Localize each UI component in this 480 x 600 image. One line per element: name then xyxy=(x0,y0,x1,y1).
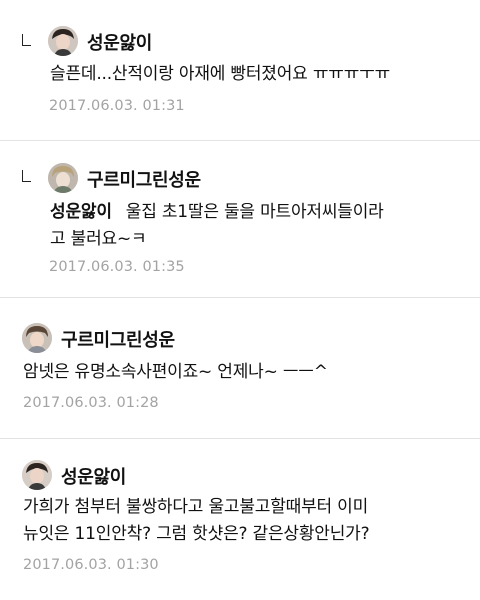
mention-tag[interactable]: 성운앓이 xyxy=(50,202,112,222)
comment-text: 슬픈데...산적이랑 아재에 빵터졌어요 ㅠㅠㅠㅜㅠ xyxy=(50,61,390,88)
comment: 성운앓이 가희가 첨부터 불쌍하다고 울고불고할때부터 이미 뉴잇은 11인안착… xyxy=(0,439,480,600)
avatar[interactable] xyxy=(48,163,78,193)
comment-line: 암넷은 유명소속사편이죠~ 언제나~ ㅡㅡ^ xyxy=(23,362,328,382)
comment-line: 고 불러요~ㅋ xyxy=(50,229,147,249)
reply-arrow-icon xyxy=(22,170,31,182)
reply-comment: 구르미그린성운 성운앓이 울집 초1딸은 둘을 마트아저씨들이라 고 불러요~ㅋ … xyxy=(0,141,480,296)
comment-line: 가희가 첨부터 불쌍하다고 울고불고할때부터 이미 xyxy=(23,497,369,517)
comment-thread: 성운앓이 슬픈데...산적이랑 아재에 빵터졌어요 ㅠㅠㅠㅜㅠ 2017.06.… xyxy=(0,0,480,600)
timestamp: 2017.06.03. 01:30 xyxy=(23,557,159,573)
username[interactable]: 구르미그린성운 xyxy=(87,166,201,192)
username[interactable]: 성운앓이 xyxy=(87,29,152,55)
avatar[interactable] xyxy=(22,460,52,490)
avatar[interactable] xyxy=(48,26,78,56)
comment-text: 성운앓이 울집 초1딸은 둘을 마트아저씨들이라 고 불러요~ㅋ xyxy=(50,199,384,253)
comment-line: 뉴잇은 11인안착? 그럼 핫샷은? 같은상황안닌가? xyxy=(23,524,370,544)
username[interactable]: 성운앓이 xyxy=(61,463,126,489)
avatar[interactable] xyxy=(22,323,52,353)
reply-comment: 성운앓이 슬픈데...산적이랑 아재에 빵터졌어요 ㅠㅠㅠㅜㅠ 2017.06.… xyxy=(0,0,480,150)
comment-text: 암넷은 유명소속사편이죠~ 언제나~ ㅡㅡ^ xyxy=(23,359,328,386)
comment-line: 울집 초1딸은 둘을 마트아저씨들이라 xyxy=(125,202,384,222)
comment-line: 슬픈데...산적이랑 아재에 빵터졌어요 ㅠㅠㅠㅜㅠ xyxy=(50,64,391,84)
timestamp: 2017.06.03. 01:35 xyxy=(49,259,185,275)
timestamp: 2017.06.03. 01:31 xyxy=(49,98,185,114)
comment-text: 가희가 첨부터 불쌍하다고 울고불고할때부터 이미 뉴잇은 11인안착? 그럼 … xyxy=(23,494,370,548)
username[interactable]: 구르미그린성운 xyxy=(61,326,175,352)
timestamp: 2017.06.03. 01:28 xyxy=(23,395,159,411)
reply-arrow-icon xyxy=(22,34,31,46)
comment: 구르미그린성운 암넷은 유명소속사편이죠~ 언제나~ ㅡㅡ^ 2017.06.0… xyxy=(0,298,480,438)
